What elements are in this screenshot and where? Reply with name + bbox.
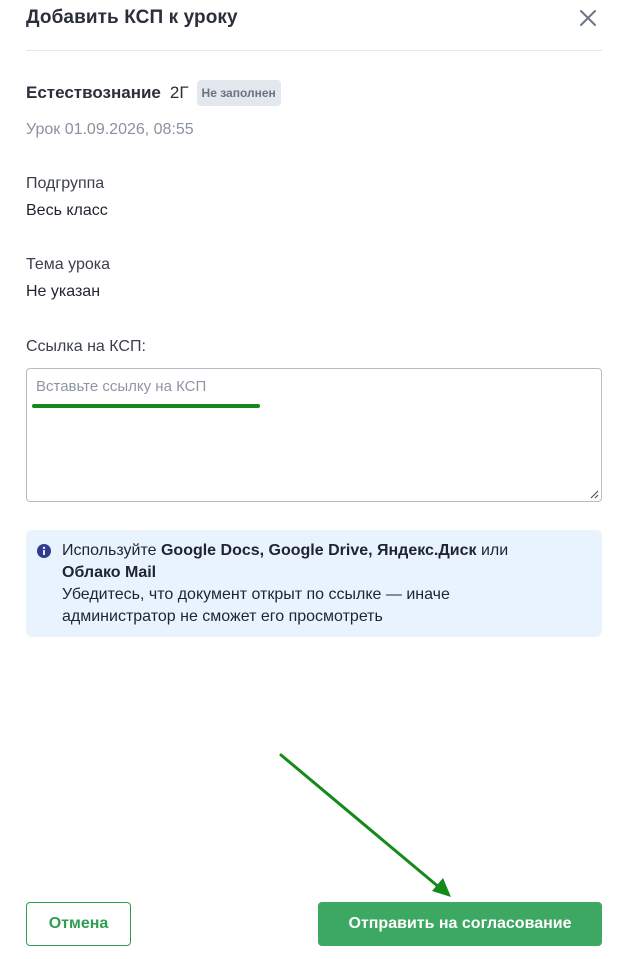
ksp-link-input[interactable]	[26, 368, 602, 502]
resize-grip-icon[interactable]	[589, 489, 599, 499]
cancel-button[interactable]: Отмена	[26, 902, 131, 946]
info-or: или	[476, 542, 509, 559]
info-icon	[37, 544, 51, 558]
topic-label: Тема урока	[26, 256, 110, 273]
submit-for-approval-button[interactable]: Отправить на согласование	[318, 902, 602, 946]
close-icon[interactable]	[578, 8, 598, 28]
lesson-date: Урок 01.09.2026, 08:55	[26, 121, 194, 138]
info-line1-prefix: Используйте	[62, 542, 161, 559]
info-line4: администратор не сможет его просмотреть	[62, 608, 383, 625]
status-badge: Не заполнен	[196, 80, 281, 106]
info-services: Google Docs, Google Drive, Яндекс.Диск	[160, 542, 477, 559]
info-service-mail: Облако Mail	[62, 564, 157, 581]
info-text: Используйте Google Docs, Google Drive, Я…	[62, 540, 582, 628]
dialog-title: Добавить КСП к уроку	[26, 7, 238, 28]
topic-value: Не указан	[26, 283, 101, 300]
ksp-link-label: Ссылка на КСП:	[26, 338, 146, 355]
annotation-underline	[32, 404, 260, 408]
class-name: 2Г	[169, 83, 189, 102]
lesson-subject-row: Естествознание 2Г Не заполнен	[26, 79, 281, 107]
subject-name: Естествознание	[26, 83, 161, 102]
info-box: Используйте Google Docs, Google Drive, Я…	[26, 530, 602, 637]
subgroup-label: Подгруппа	[26, 175, 105, 192]
info-line3: Убедитесь, что документ открыт по ссылке…	[62, 586, 450, 603]
add-ksp-dialog: Добавить КСП к уроку Естествознание 2Г Н…	[0, 0, 627, 959]
dialog-header: Добавить КСП к уроку	[26, 0, 602, 51]
subgroup-value: Весь класс	[26, 202, 108, 219]
